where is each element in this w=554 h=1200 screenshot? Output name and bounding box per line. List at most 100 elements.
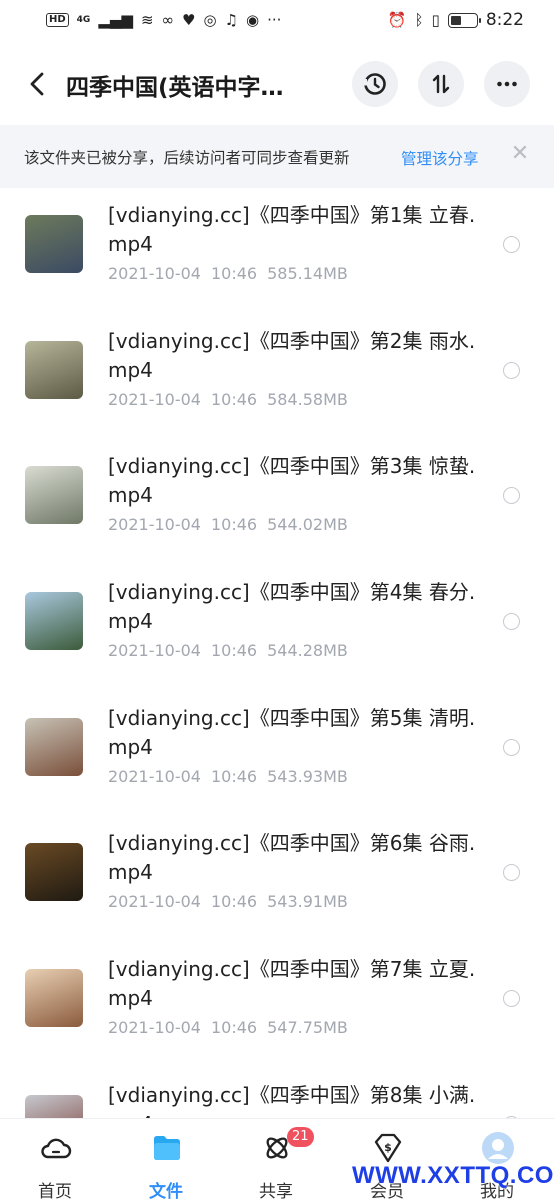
- more-notifications-icon: ···: [267, 10, 282, 29]
- file-size: 547.75MB: [267, 1018, 348, 1038]
- manage-share-link[interactable]: 管理该分享: [401, 147, 479, 169]
- more-button[interactable]: [484, 61, 530, 107]
- share-notice: 该文件夹已被分享，后续访问者可同步查看更新 管理该分享 ✕: [0, 125, 554, 188]
- select-radio[interactable]: [503, 738, 520, 756]
- vip-diamond-icon: $: [374, 1133, 402, 1163]
- watermark: WWW.XXTTQ.COM: [352, 1162, 554, 1189]
- file-date: 2021-10-04: [108, 641, 201, 661]
- file-date: 2021-10-04: [108, 1018, 201, 1038]
- status-bar-right: ⏰ ᛒ ▯ 8:22: [388, 10, 524, 30]
- file-row[interactable]: [vdianying.cc]《四季中国》第6集 谷雨.mp4 2021-10-04…: [0, 816, 554, 942]
- file-row[interactable]: [vdianying.cc]《四季中国》第5集 清明.mp4 2021-10-04…: [0, 691, 554, 817]
- header: 四季中国(英语中字…: [0, 58, 554, 110]
- history-button[interactable]: [352, 61, 398, 107]
- file-name: [vdianying.cc]《四季中国》第3集 惊蛰.mp4: [108, 454, 476, 508]
- video-thumbnail: [25, 466, 83, 525]
- back-button[interactable]: [22, 68, 52, 100]
- file-size: 584.58MB: [267, 389, 348, 409]
- file-time: 10:46: [210, 892, 258, 912]
- select-radio[interactable]: [503, 236, 520, 253]
- file-time: 10:46: [210, 515, 258, 535]
- file-date: 2021-10-04: [108, 264, 201, 283]
- select-radio[interactable]: [503, 361, 520, 379]
- folder-icon: [154, 1136, 180, 1160]
- vibrate-icon: ▯: [431, 10, 440, 29]
- file-list[interactable]: [vdianying.cc]《四季中国》第1集 立春.mp4 2021-10-04…: [0, 188, 554, 1118]
- file-name: [vdianying.cc]《四季中国》第7集 立夏.mp4: [108, 957, 476, 1011]
- history-icon: [364, 73, 386, 95]
- file-date: 2021-10-04: [108, 515, 201, 535]
- cloud-icon: [41, 1138, 72, 1159]
- file-name: [vdianying.cc]《四季中国》第2集 雨水.mp4: [108, 328, 476, 382]
- more-icon: [497, 81, 517, 87]
- avatar-icon: [482, 1132, 514, 1164]
- file-name: [vdianying.cc]《四季中国》第1集 立春.mp4: [108, 203, 476, 256]
- browser-icon: ◉: [246, 10, 260, 29]
- video-thumbnail: [25, 215, 83, 273]
- music-icon: ♫: [224, 10, 239, 29]
- file-name: [vdianying.cc]《四季中国》第5集 清明.mp4: [108, 705, 476, 759]
- battery-icon: [447, 12, 481, 28]
- tab-files-label: 文件: [149, 1182, 183, 1200]
- status-bar-left: HD 4G ▂▄▆ ≋ ∞ ♥ ◎ ♫ ◉ ···: [46, 10, 282, 29]
- tab-home[interactable]: 首页: [5, 1119, 105, 1200]
- tab-files[interactable]: 文件: [116, 1119, 216, 1200]
- video-thumbnail: [25, 592, 83, 651]
- file-time: 10:46: [210, 389, 258, 409]
- tab-share[interactable]: 21 共享: [226, 1119, 326, 1200]
- file-name: [vdianying.cc]《四季中国》第4集 春分.mp4: [108, 580, 476, 634]
- sort-icon: [432, 74, 450, 94]
- battery-level: [450, 15, 462, 25]
- chat-icon: ◎: [203, 10, 217, 29]
- signal-icon: ▂▄▆: [98, 10, 133, 29]
- back-icon: [30, 72, 44, 96]
- svg-text:$: $: [384, 1141, 392, 1154]
- file-size: 543.91MB: [267, 892, 348, 912]
- hd-indicator: HD: [46, 13, 69, 27]
- file-name: [vdianying.cc]《四季中国》第6集 谷雨.mp4: [108, 831, 476, 885]
- close-icon[interactable]: ✕: [508, 142, 532, 166]
- file-row[interactable]: [vdianying.cc]《四季中国》第8集 小满.mp42021-10-04…: [0, 1068, 554, 1118]
- sort-button[interactable]: [418, 61, 464, 107]
- file-row[interactable]: [vdianying.cc]《四季中国》第3集 惊蛰.mp4 2021-10-04…: [0, 439, 554, 565]
- file-meta: 2021-10-04 10:46 584.58MB: [108, 390, 348, 409]
- file-meta: 2021-10-04 10:46 543.93MB: [108, 767, 348, 786]
- file-size: 544.02MB: [267, 515, 348, 535]
- video-thumbnail: [25, 717, 83, 776]
- file-meta: 2021-10-04 10:46 544.28MB: [108, 641, 348, 660]
- file-row[interactable]: [vdianying.cc]《四季中国》第1集 立春.mp4 2021-10-04…: [0, 188, 554, 314]
- clock: 8:22: [485, 10, 524, 30]
- page-title: 四季中国(英语中字…: [66, 75, 284, 101]
- wifi-icon: ≋: [140, 10, 154, 29]
- file-time: 10:46: [210, 1018, 258, 1038]
- alarm-icon: ⏰: [387, 10, 407, 29]
- select-radio[interactable]: [503, 864, 520, 882]
- video-thumbnail: [25, 340, 83, 399]
- file-row[interactable]: [vdianying.cc]《四季中国》第2集 雨水.mp4 2021-10-04…: [0, 314, 554, 440]
- file-meta: 2021-10-04 10:46 544.02MB: [108, 515, 348, 534]
- share-badge: 21: [287, 1127, 314, 1147]
- file-row[interactable]: [vdianying.cc]《四季中国》第7集 立夏.mp4 2021-10-04…: [0, 942, 554, 1068]
- bluetooth-icon: ᛒ: [414, 10, 424, 29]
- file-time: 10:46: [210, 264, 258, 283]
- file-meta: 2021-10-04 10:46 543.91MB: [108, 892, 348, 911]
- file-meta: 2021-10-04 10:46 547.75MB: [108, 1018, 348, 1037]
- file-time: 10:46: [210, 641, 258, 661]
- select-radio[interactable]: [503, 613, 520, 631]
- tab-share-label: 共享: [259, 1182, 293, 1200]
- tab-home-label: 首页: [38, 1182, 72, 1200]
- health-icon: ♥: [182, 10, 196, 29]
- app-notification-icon: ∞: [161, 10, 175, 29]
- file-meta: 2021-10-04 10:46 585.14MB: [108, 264, 348, 283]
- network-type-label: 4G: [76, 15, 91, 25]
- select-radio[interactable]: [503, 990, 520, 1008]
- video-thumbnail: [25, 843, 83, 902]
- status-bar: HD 4G ▂▄▆ ≋ ∞ ♥ ◎ ♫ ◉ ··· ⏰ ᛒ ▯ 8:22: [0, 0, 554, 40]
- file-name: [vdianying.cc]《四季中国》第8集 小满.mp4: [108, 1082, 476, 1118]
- file-size: 543.93MB: [267, 766, 348, 786]
- file-date: 2021-10-04: [108, 766, 201, 786]
- video-thumbnail: [25, 969, 83, 1028]
- select-radio[interactable]: [503, 487, 520, 505]
- file-row[interactable]: [vdianying.cc]《四季中国》第4集 春分.mp4 2021-10-04…: [0, 565, 554, 691]
- file-size: 544.28MB: [267, 641, 348, 661]
